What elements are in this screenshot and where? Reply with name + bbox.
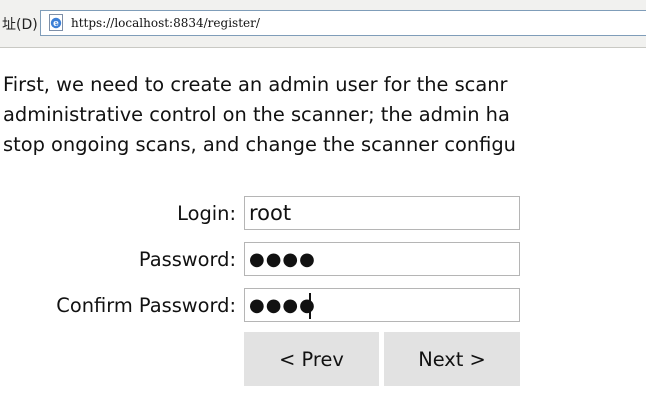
login-input[interactable] xyxy=(244,196,520,230)
url-text: https://localhost:8834/register/ xyxy=(71,16,260,30)
login-label: Login: xyxy=(177,202,236,225)
intro-paragraph: First, we need to create an admin user f… xyxy=(3,70,646,160)
url-box[interactable]: e https://localhost:8834/register/ xyxy=(40,10,646,36)
password-input[interactable] xyxy=(244,242,520,276)
confirm-password-input[interactable] xyxy=(244,288,520,322)
text-caret xyxy=(309,293,311,319)
svg-text:e: e xyxy=(53,19,59,29)
password-label: Password: xyxy=(138,248,236,271)
next-button[interactable]: Next > xyxy=(384,332,520,386)
ie-page-icon: e xyxy=(49,14,63,31)
intro-line: First, we need to create an admin user f… xyxy=(3,73,508,96)
intro-line: administrative control on the scanner; t… xyxy=(3,103,510,126)
prev-button[interactable]: < Prev xyxy=(244,332,379,386)
address-label: 址(D) xyxy=(2,17,38,33)
browser-address-bar: 址(D) e https://localhost:8834/register/ xyxy=(0,0,646,48)
intro-line: stop ongoing scans, and change the scann… xyxy=(3,133,516,156)
confirm-password-label: Confirm Password: xyxy=(56,294,236,317)
